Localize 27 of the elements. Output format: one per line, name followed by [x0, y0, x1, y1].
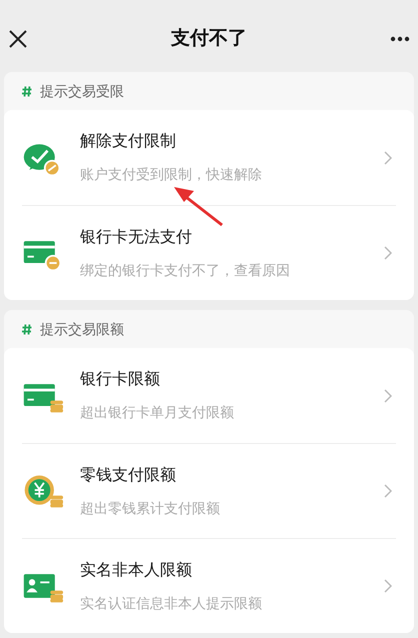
menu-item[interactable]: 零钱支付限额 超出零钱累计支付限额 — [22, 443, 396, 538]
item-subtitle: 绑定的银行卡支付不了，查看原因 — [80, 260, 291, 280]
menu-item[interactable]: 实名非本人限额 实名认证信息非本人提示限额 — [22, 538, 396, 633]
item-title: 银行卡无法支付 — [80, 228, 193, 248]
item-title: 银行卡限额 — [80, 370, 161, 390]
chevron-right-icon — [384, 150, 392, 164]
chevron-right-icon — [384, 579, 392, 593]
menu-item[interactable]: 银行卡无法支付 绑定的银行卡支付不了，查看原因 — [22, 205, 396, 300]
section-title: 提示交易受限 — [40, 82, 124, 100]
menu-item[interactable]: 解除支付限制 账户支付受到限制，快速解除 — [22, 110, 396, 205]
chevron-right-icon — [384, 246, 392, 260]
hash-icon — [22, 86, 32, 96]
item-subtitle: 超出零钱累计支付限额 — [80, 498, 221, 518]
hash-icon — [22, 324, 32, 334]
item-subtitle: 超出银行卡单月支付限额 — [80, 403, 235, 422]
item-subtitle: 实名认证信息非本人提示限额 — [80, 594, 263, 612]
page-title: 支付不了 — [171, 26, 247, 51]
section-title: 提示交易限额 — [40, 320, 124, 338]
chevron-right-icon — [384, 484, 392, 498]
item-title: 解除支付限制 — [80, 132, 177, 152]
close-icon[interactable] — [8, 29, 28, 49]
item-subtitle: 账户支付受到限制，快速解除 — [80, 165, 263, 184]
menu-item[interactable]: 银行卡限额 超出银行卡单月支付限额 — [22, 348, 396, 443]
chevron-right-icon — [384, 388, 392, 402]
item-title: 零钱支付限额 — [80, 466, 177, 486]
more-icon[interactable] — [390, 36, 410, 42]
item-title: 实名非本人限额 — [80, 560, 193, 580]
